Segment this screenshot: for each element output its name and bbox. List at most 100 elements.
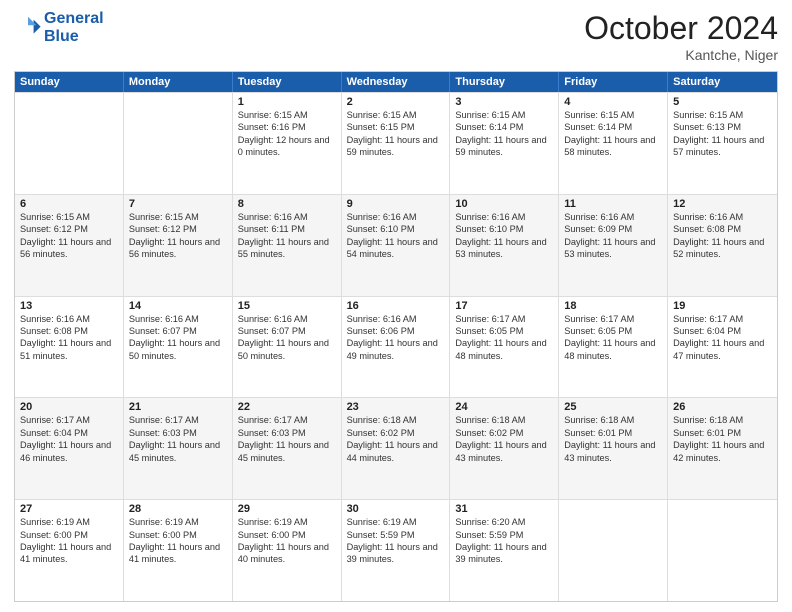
sunrise-text: Sunrise: 6:15 AM	[455, 109, 553, 121]
day-number: 12	[673, 198, 772, 210]
daylight-text: Daylight: 11 hours and 49 minutes.	[347, 337, 445, 362]
sunrise-text: Sunrise: 6:17 AM	[455, 313, 553, 325]
month-title: October 2024	[584, 10, 778, 47]
sunrise-text: Sunrise: 6:18 AM	[455, 414, 553, 426]
sunset-text: Sunset: 6:09 PM	[564, 223, 662, 235]
day-number: 11	[564, 198, 662, 210]
calendar-cell: 21Sunrise: 6:17 AMSunset: 6:03 PMDayligh…	[124, 398, 233, 499]
daylight-text: Daylight: 11 hours and 59 minutes.	[455, 134, 553, 159]
sunrise-text: Sunrise: 6:16 AM	[347, 211, 445, 223]
daylight-text: Daylight: 11 hours and 51 minutes.	[20, 337, 118, 362]
calendar-cell: 29Sunrise: 6:19 AMSunset: 6:00 PMDayligh…	[233, 500, 342, 601]
sunset-text: Sunset: 6:04 PM	[20, 427, 118, 439]
day-number: 16	[347, 300, 445, 312]
calendar-cell: 10Sunrise: 6:16 AMSunset: 6:10 PMDayligh…	[450, 195, 559, 296]
day-number: 19	[673, 300, 772, 312]
day-number: 8	[238, 198, 336, 210]
day-number: 25	[564, 401, 662, 413]
calendar-cell: 8Sunrise: 6:16 AMSunset: 6:11 PMDaylight…	[233, 195, 342, 296]
sunset-text: Sunset: 6:02 PM	[455, 427, 553, 439]
daylight-text: Daylight: 12 hours and 0 minutes.	[238, 134, 336, 159]
daylight-text: Daylight: 11 hours and 45 minutes.	[238, 439, 336, 464]
calendar-cell: 7Sunrise: 6:15 AMSunset: 6:12 PMDaylight…	[124, 195, 233, 296]
daylight-text: Daylight: 11 hours and 43 minutes.	[455, 439, 553, 464]
sunrise-text: Sunrise: 6:19 AM	[129, 516, 227, 528]
sunrise-text: Sunrise: 6:16 AM	[564, 211, 662, 223]
header-friday: Friday	[559, 72, 668, 92]
location: Kantche, Niger	[584, 47, 778, 63]
calendar-cell: 22Sunrise: 6:17 AMSunset: 6:03 PMDayligh…	[233, 398, 342, 499]
sunrise-text: Sunrise: 6:16 AM	[673, 211, 772, 223]
sunrise-text: Sunrise: 6:16 AM	[20, 313, 118, 325]
calendar-cell: 30Sunrise: 6:19 AMSunset: 5:59 PMDayligh…	[342, 500, 451, 601]
day-number: 30	[347, 503, 445, 515]
sunrise-text: Sunrise: 6:16 AM	[238, 211, 336, 223]
sunset-text: Sunset: 6:04 PM	[673, 325, 772, 337]
daylight-text: Daylight: 11 hours and 57 minutes.	[673, 134, 772, 159]
sunrise-text: Sunrise: 6:18 AM	[673, 414, 772, 426]
calendar-week-2: 6Sunrise: 6:15 AMSunset: 6:12 PMDaylight…	[15, 194, 777, 296]
sunrise-text: Sunrise: 6:18 AM	[347, 414, 445, 426]
sunset-text: Sunset: 5:59 PM	[347, 529, 445, 541]
daylight-text: Daylight: 11 hours and 39 minutes.	[347, 541, 445, 566]
day-number: 9	[347, 198, 445, 210]
calendar-cell: 1Sunrise: 6:15 AMSunset: 6:16 PMDaylight…	[233, 93, 342, 194]
sunrise-text: Sunrise: 6:19 AM	[20, 516, 118, 528]
sunrise-text: Sunrise: 6:16 AM	[455, 211, 553, 223]
sunset-text: Sunset: 6:03 PM	[238, 427, 336, 439]
calendar-cell: 11Sunrise: 6:16 AMSunset: 6:09 PMDayligh…	[559, 195, 668, 296]
sunset-text: Sunset: 6:05 PM	[455, 325, 553, 337]
calendar-cell	[124, 93, 233, 194]
daylight-text: Daylight: 11 hours and 48 minutes.	[564, 337, 662, 362]
calendar-cell	[668, 500, 777, 601]
calendar-cell: 18Sunrise: 6:17 AMSunset: 6:05 PMDayligh…	[559, 297, 668, 398]
page: General Blue October 2024 Kantche, Niger…	[0, 0, 792, 612]
calendar-cell: 24Sunrise: 6:18 AMSunset: 6:02 PMDayligh…	[450, 398, 559, 499]
calendar-cell: 14Sunrise: 6:16 AMSunset: 6:07 PMDayligh…	[124, 297, 233, 398]
sunrise-text: Sunrise: 6:15 AM	[564, 109, 662, 121]
sunset-text: Sunset: 6:13 PM	[673, 121, 772, 133]
day-number: 2	[347, 96, 445, 108]
daylight-text: Daylight: 11 hours and 41 minutes.	[129, 541, 227, 566]
sunrise-text: Sunrise: 6:16 AM	[347, 313, 445, 325]
sunrise-text: Sunrise: 6:17 AM	[673, 313, 772, 325]
sunrise-text: Sunrise: 6:15 AM	[129, 211, 227, 223]
calendar-week-4: 20Sunrise: 6:17 AMSunset: 6:04 PMDayligh…	[15, 397, 777, 499]
calendar-cell	[15, 93, 124, 194]
calendar-week-1: 1Sunrise: 6:15 AMSunset: 6:16 PMDaylight…	[15, 92, 777, 194]
sunset-text: Sunset: 6:12 PM	[129, 223, 227, 235]
calendar-cell: 26Sunrise: 6:18 AMSunset: 6:01 PMDayligh…	[668, 398, 777, 499]
day-number: 26	[673, 401, 772, 413]
day-number: 7	[129, 198, 227, 210]
day-number: 29	[238, 503, 336, 515]
sunset-text: Sunset: 6:06 PM	[347, 325, 445, 337]
daylight-text: Daylight: 11 hours and 56 minutes.	[20, 236, 118, 261]
header-sunday: Sunday	[15, 72, 124, 92]
sunset-text: Sunset: 6:00 PM	[20, 529, 118, 541]
header-wednesday: Wednesday	[342, 72, 451, 92]
sunrise-text: Sunrise: 6:15 AM	[20, 211, 118, 223]
daylight-text: Daylight: 11 hours and 48 minutes.	[455, 337, 553, 362]
calendar-cell: 2Sunrise: 6:15 AMSunset: 6:15 PMDaylight…	[342, 93, 451, 194]
day-number: 20	[20, 401, 118, 413]
daylight-text: Daylight: 11 hours and 41 minutes.	[20, 541, 118, 566]
day-number: 5	[673, 96, 772, 108]
sunset-text: Sunset: 6:08 PM	[20, 325, 118, 337]
sunset-text: Sunset: 6:08 PM	[673, 223, 772, 235]
daylight-text: Daylight: 11 hours and 50 minutes.	[129, 337, 227, 362]
calendar-cell: 5Sunrise: 6:15 AMSunset: 6:13 PMDaylight…	[668, 93, 777, 194]
daylight-text: Daylight: 11 hours and 44 minutes.	[347, 439, 445, 464]
sunrise-text: Sunrise: 6:18 AM	[564, 414, 662, 426]
logo-text: General Blue	[44, 10, 104, 45]
sunset-text: Sunset: 6:14 PM	[455, 121, 553, 133]
daylight-text: Daylight: 11 hours and 46 minutes.	[20, 439, 118, 464]
sunrise-text: Sunrise: 6:15 AM	[347, 109, 445, 121]
sunrise-text: Sunrise: 6:19 AM	[347, 516, 445, 528]
sunset-text: Sunset: 6:02 PM	[347, 427, 445, 439]
sunset-text: Sunset: 6:00 PM	[238, 529, 336, 541]
calendar-cell: 6Sunrise: 6:15 AMSunset: 6:12 PMDaylight…	[15, 195, 124, 296]
sunset-text: Sunset: 6:12 PM	[20, 223, 118, 235]
sunset-text: Sunset: 5:59 PM	[455, 529, 553, 541]
sunset-text: Sunset: 6:01 PM	[673, 427, 772, 439]
daylight-text: Daylight: 11 hours and 52 minutes.	[673, 236, 772, 261]
